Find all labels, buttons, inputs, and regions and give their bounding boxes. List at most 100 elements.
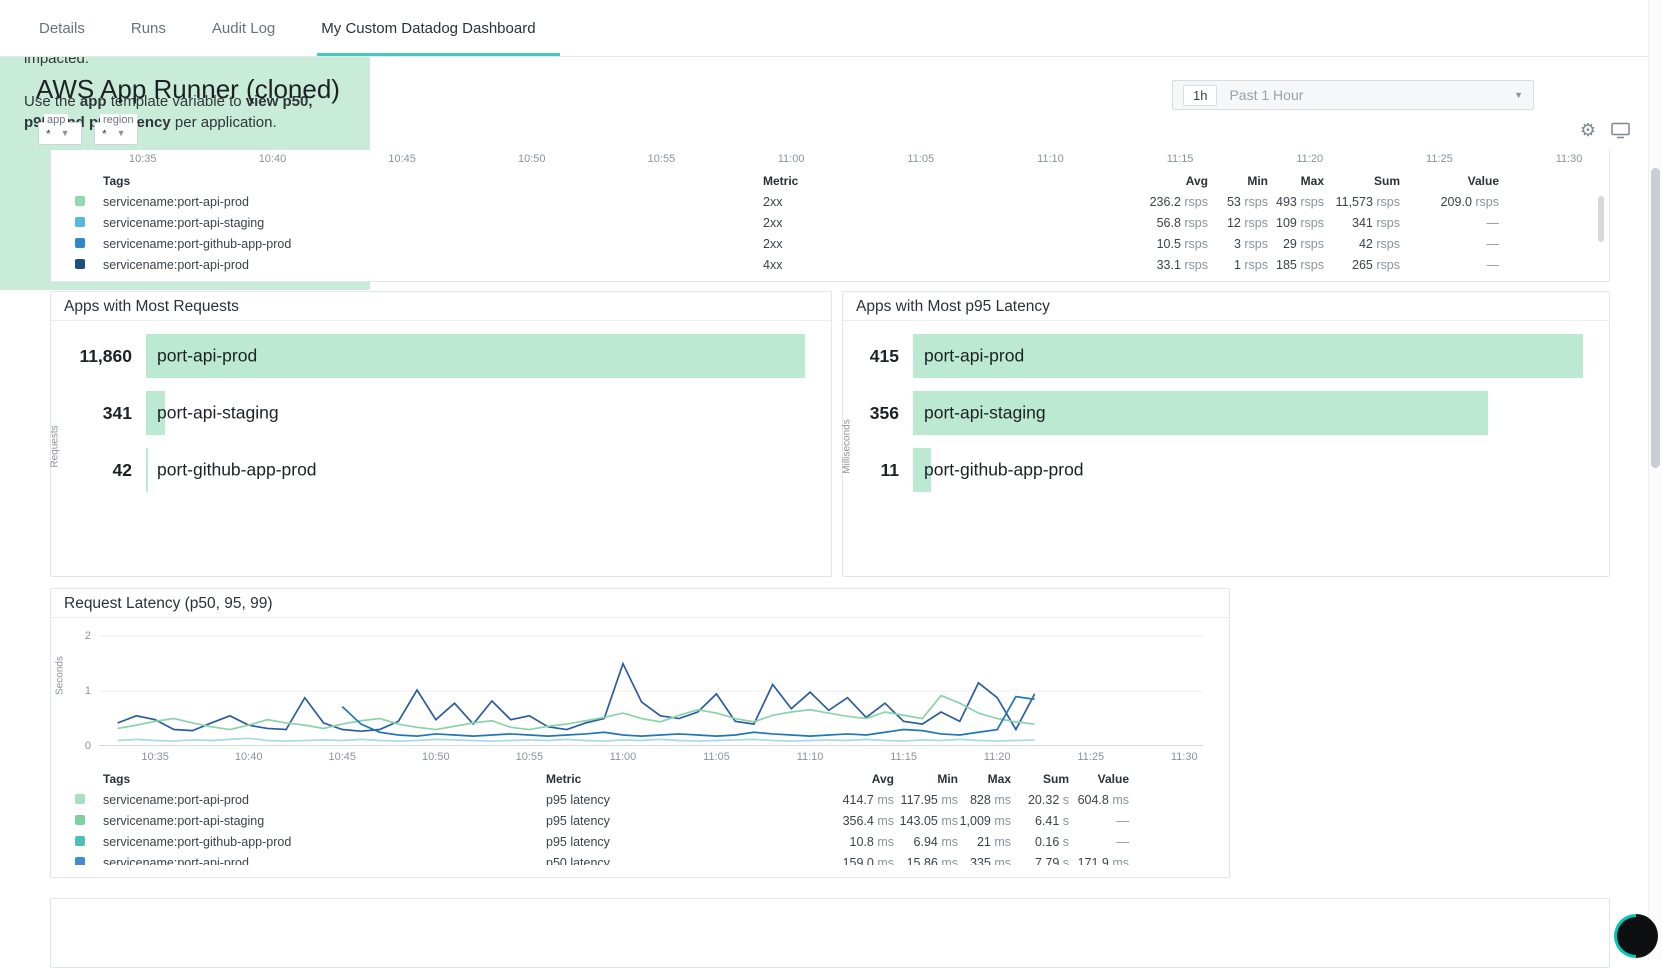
legend-header: TagsMetricAvgMinMaxSumValue [51,170,1609,191]
y-tick: 1 [85,685,91,697]
toplist-row-port-github-app-prod[interactable]: 42port-github-app-prod [51,448,805,492]
x-tick: 11:00 [610,751,637,763]
legend-value: 12 rsps [1208,216,1268,230]
legend-metric: p50 latency [546,856,789,866]
tv-screen-icon[interactable] [1611,122,1630,139]
template-var-label: app [44,114,68,126]
legend-value: — [1400,216,1499,230]
tab-runs[interactable]: Runs [129,20,168,56]
legend-row[interactable]: servicename:port-api-stagingp95 latency3… [51,810,1229,831]
x-tick: 11:15 [890,751,917,763]
template-var-app[interactable]: app*▼ [38,122,82,145]
legend-row[interactable]: servicename:port-api-prodp50 latency159.… [51,852,1229,865]
tab-bar: Details Runs Audit Log My Custom Datadog Da… [0,0,1648,57]
x-tick: 10:50 [422,751,450,763]
x-tick: 10:45 [388,153,416,165]
template-var-region[interactable]: region*▼ [94,122,138,145]
panel-apps-most-p95-latency: Apps with Most p95 Latency Milliseconds … [842,291,1610,577]
legend-value: 414.7 ms [789,793,894,807]
tab-audit-log[interactable]: Audit Log [210,20,277,56]
legend-value: 604.8 ms [1069,793,1129,807]
legend-row[interactable]: servicename:port-github-app-prodp95 late… [51,831,1229,852]
page-scrollbar[interactable] [1648,0,1662,960]
legend-scrollbar[interactable] [1598,196,1604,242]
toplist-bar[interactable] [146,448,148,492]
template-var-value: * [102,127,107,141]
panel-title: Apps with Most Requests [51,292,831,321]
series-line-p50-latency-servicename-port-api-prod [342,697,1034,737]
toplist-row-port-github-app-prod[interactable]: 11port-github-app-prod [843,448,1583,492]
toplist-row-port-api-staging[interactable]: 356port-api-staging [843,391,1583,435]
x-axis-ticks: 10:3510:4010:4510:5010:5511:0011:0511:10… [99,751,1203,766]
header-icons: ⚙ [1580,121,1630,139]
legend-row[interactable]: servicename:port-api-prodp95 latency414.… [51,789,1229,810]
y-axis-label: Milliseconds [842,407,853,487]
toplist-label: port-api-staging [157,403,279,424]
legend-value: 341 rsps [1324,216,1400,230]
top-chart-legend: TagsMetricAvgMinMaxSumValueservicename:p… [51,170,1609,275]
legend-row[interactable]: servicename:port-github-app-prod2xx10.5 … [51,233,1609,254]
series-swatch [75,217,85,227]
legend-header: TagsMetricAvgMinMaxSumValue [51,768,1229,789]
toplist-bar-area: port-api-prod [913,334,1583,378]
series-swatch [75,196,85,206]
series-swatch [75,815,85,825]
x-tick: 11:10 [1037,153,1064,165]
legend-metric: 4xx [763,258,1093,272]
legend-value: 29 rsps [1268,237,1324,251]
legend-tag: servicename:port-github-app-prod [103,835,546,849]
scrollbar-thumb[interactable] [1651,168,1660,468]
legend-tag: servicename:port-api-prod [103,258,763,272]
legend-value: 1,009 ms [958,814,1011,828]
toplist-bar-area: port-api-staging [146,391,805,435]
page-title: AWS App Runner (cloned) [36,74,340,105]
latency-line-chart[interactable] [99,628,1203,746]
y-tick: 0 [85,740,91,752]
legend-row[interactable]: servicename:port-api-prod4xx33.1 rsps1 r… [51,254,1609,275]
legend-value: 21 ms [958,835,1011,849]
time-range-badge[interactable]: 1h [1183,85,1217,106]
tab-my-custom-datadog-dashboard[interactable]: My Custom Datadog Dashboard [319,20,537,56]
time-range-picker[interactable]: 1h Past 1 Hour ▼ [1172,80,1534,110]
note-text: per application. [171,114,277,131]
legend-col-metric: Metric [763,174,1093,188]
legend-value: 171.9 ms [1069,856,1129,866]
top-chart-x-axis: 10:3510:4010:4510:5010:5511:0011:0511:10… [65,153,1595,168]
x-tick: 10:55 [516,751,544,763]
legend-value: 1 rsps [1208,258,1268,272]
legend-value: — [1069,814,1129,828]
x-tick: 10:35 [141,751,169,763]
legend-row[interactable]: servicename:port-api-prod2xx236.2 rsps53… [51,191,1609,212]
toplist-bar-area: port-github-app-prod [913,448,1583,492]
legend-tag: servicename:port-api-prod [103,195,763,209]
legend-row[interactable]: servicename:port-api-staging2xx56.8 rsps… [51,212,1609,233]
legend-value: 828 ms [958,793,1011,807]
legend-tag: servicename:port-github-app-prod [103,237,763,251]
panel-title: Apps with Most p95 Latency [843,292,1609,321]
toplist-row-port-api-prod[interactable]: 415port-api-prod [843,334,1583,378]
legend-col-min: Min [894,772,958,786]
legend-value: 15.86 ms [894,856,958,866]
legend-value: 6.94 ms [894,835,958,849]
toplist-value: 341 [51,403,146,424]
x-tick: 10:50 [518,153,546,165]
toplist-label: port-api-prod [924,346,1024,367]
toplist-row-port-api-prod[interactable]: 11,860port-api-prod [51,334,805,378]
x-tick: 10:35 [129,153,157,165]
toplist-row-port-api-staging[interactable]: 341 port-api-staging [51,391,805,435]
legend-value: 143.05 ms [894,814,958,828]
legend-value: 33.1 rsps [1093,258,1208,272]
legend-tag: servicename:port-api-staging [103,814,546,828]
series-swatch [75,836,85,846]
legend-metric: p95 latency [546,814,789,828]
x-tick: 10:45 [328,751,356,763]
y-axis-ticks: 210 [65,628,91,746]
toplist-value: 356 [843,403,913,424]
gear-icon[interactable]: ⚙ [1580,121,1596,139]
x-tick: 11:10 [797,751,824,763]
tab-details[interactable]: Details [37,20,87,56]
series-swatch [75,794,85,804]
toplist-value: 42 [51,460,146,481]
legend-col-avg: Avg [789,772,894,786]
legend-col-sum: Sum [1324,174,1400,188]
